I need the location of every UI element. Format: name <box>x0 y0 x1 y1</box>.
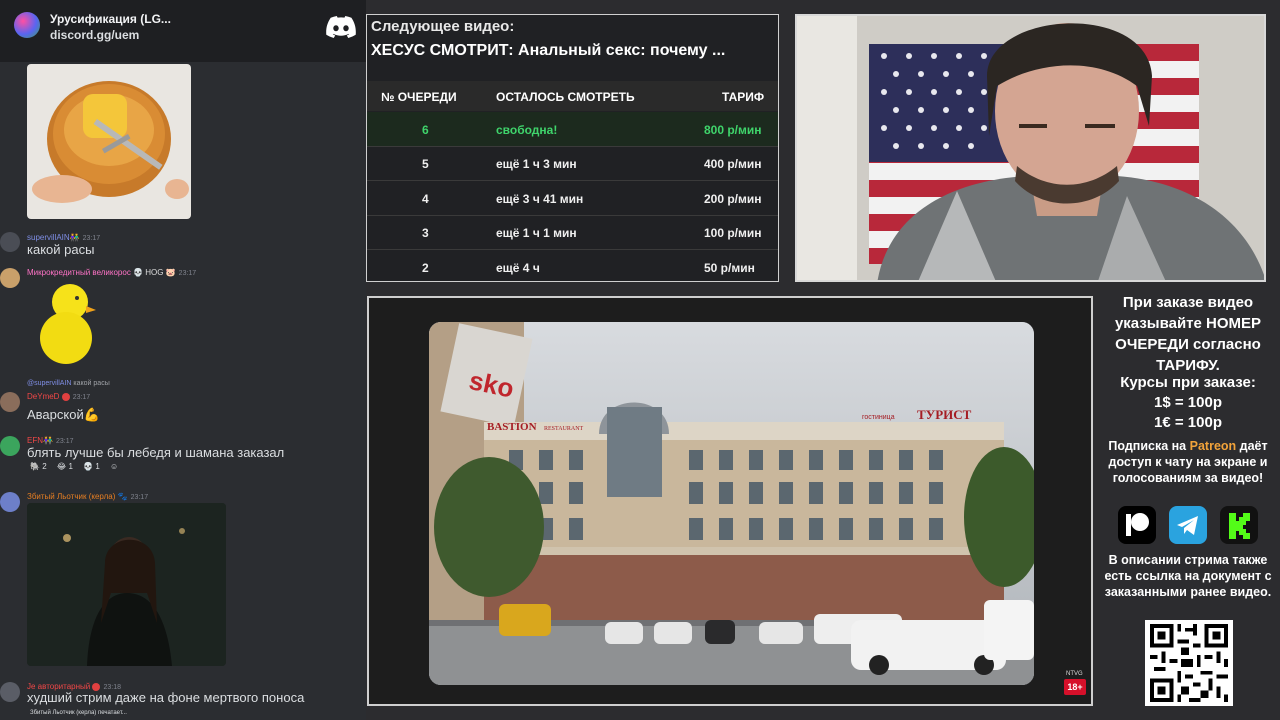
queue-row: 3 ещё 1 ч 1 мин 100 р/мин <box>422 226 762 240</box>
qr-code[interactable] <box>1145 620 1233 706</box>
kick-icon[interactable] <box>1220 506 1258 544</box>
subscription-text: Подписка на Patreon даёт доступ к чату н… <box>1108 439 1268 485</box>
channel-mark: NTVG <box>1066 671 1083 677</box>
reaction-button[interactable]: 😂 1 <box>57 462 73 471</box>
username[interactable]: supervillAIN👫 23:17 <box>27 233 100 242</box>
server-header[interactable]: Урусификация (LG... discord.gg/uem <box>0 0 366 62</box>
typing-indicator: Збитый Льотчик (керла) печатает... <box>30 710 127 716</box>
info-panel: При заказе видео указывайте НОМЕР ОЧЕРЕД… <box>1096 290 1280 720</box>
reaction-button[interactable]: 💀 1 <box>83 462 100 471</box>
video-queue-panel: Следующее видео: ХЕСУС СМОТРИТ: Анальный… <box>366 14 779 282</box>
woman-photo[interactable] <box>27 503 226 666</box>
user-avatar[interactable] <box>0 682 20 702</box>
user-avatar[interactable] <box>0 492 20 512</box>
server-name: Урусификация (LG... <box>50 12 171 26</box>
server-avatar[interactable] <box>14 12 40 38</box>
queue-row: 5 ещё 1 ч 3 мин 400 р/мин <box>422 157 762 171</box>
pancake-image[interactable] <box>27 64 191 219</box>
user-avatar[interactable] <box>0 268 20 288</box>
next-video-title: ХЕСУС СМОТРИТ: Анальный секс: почему ... <box>371 42 726 59</box>
add-reaction-icon[interactable]: ☺ <box>110 462 118 471</box>
restaurant-sign: RESTAURANT <box>544 426 584 432</box>
telegram-icon[interactable] <box>1169 506 1207 544</box>
queue-row: 6 свободна! 800 р/мин <box>367 112 778 146</box>
role-badge-icon <box>61 392 70 401</box>
username[interactable]: EFN👫 23:17 <box>27 436 74 445</box>
patreon-link[interactable]: Patreon <box>1190 439 1237 453</box>
username[interactable]: DeYmeD 23:17 <box>27 392 90 401</box>
hotel-prefix-sign: гостиница <box>862 414 895 421</box>
header-time-left: ОСТАЛОСЬ СМОТРЕТЬ <box>496 90 635 104</box>
webcam-feed <box>795 14 1266 282</box>
age-rating-badge: 18+ <box>1064 679 1086 695</box>
patreon-icon[interactable] <box>1118 506 1156 544</box>
discord-chat-panel: Урусификация (LG... discord.gg/uem super… <box>0 0 366 720</box>
server-invite-link[interactable]: discord.gg/uem <box>50 28 139 42</box>
username[interactable]: Микрокредитный великорос 💀 HOG 🐷 23:17 <box>27 268 196 277</box>
bastion-sign: BASTION <box>487 421 537 433</box>
rate-usd: 1$ = 100р <box>1154 394 1222 411</box>
reaction-button[interactable]: 🐘 2 <box>30 462 47 471</box>
message-text: Аварской💪 <box>27 407 100 422</box>
user-avatar[interactable] <box>0 436 20 456</box>
video-player[interactable]: sko BASTION RESTAURANT гостиница ТУРИСТ <box>367 296 1093 706</box>
header-rate: ТАРИФ <box>722 90 765 104</box>
user-avatar[interactable] <box>0 392 20 412</box>
rates-title: Курсы при заказе: <box>1120 374 1256 391</box>
order-instructions: При заказе видео указывайте НОМЕР ОЧЕРЕД… <box>1114 294 1262 374</box>
queue-row: 4 ещё 3 ч 41 мин 200 р/мин <box>422 192 762 206</box>
description-note: В описании стрима также есть ссылка на д… <box>1104 553 1272 599</box>
message-text: худший стрим даже на фоне мертвого понос… <box>27 690 305 705</box>
role-badge-icon: 🐾 <box>117 492 128 501</box>
reactions: 🐘 2 😂 1 💀 1 ☺ <box>30 462 118 471</box>
stream-overlay: Урусификация (LG... discord.gg/uem super… <box>0 0 1280 720</box>
duck-sticker[interactable] <box>36 280 100 366</box>
username[interactable]: Збитый Льотчик (керла) 🐾 23:17 <box>27 492 148 501</box>
rate-eur: 1€ = 100р <box>1154 414 1222 431</box>
reply-reference[interactable]: @supervillAIN какой расы <box>27 380 110 387</box>
discord-logo-icon <box>326 16 356 38</box>
message-text: какой расы <box>27 242 95 257</box>
video-content: sko BASTION RESTAURANT гостиница ТУРИСТ <box>429 322 1034 685</box>
message-text: блять лучше бы лебедя и шамана заказал <box>27 445 285 460</box>
hotel-sign: ТУРИСТ <box>917 407 972 422</box>
user-avatar[interactable] <box>0 232 20 252</box>
queue-table-header: № ОЧЕРЕДИ ОСТАЛОСЬ СМОТРЕТЬ ТАРИФ <box>367 81 778 111</box>
queue-row: 2 ещё 4 ч 50 р/мин <box>422 261 755 275</box>
header-queue-number: № ОЧЕРЕДИ <box>381 90 457 104</box>
next-video-label: Следующее видео: <box>371 18 515 35</box>
